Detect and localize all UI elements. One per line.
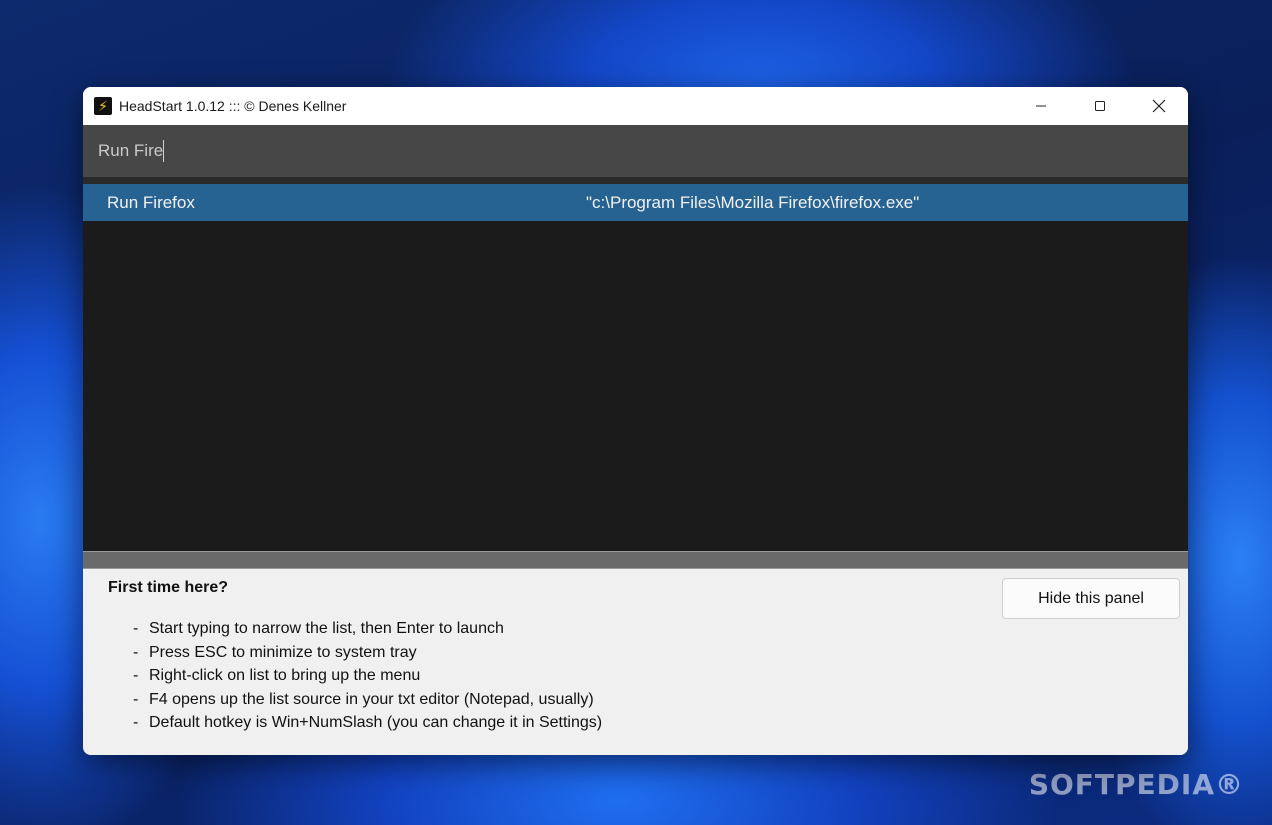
help-title: First time here? [108,579,229,596]
help-list: - Start typing to narrow the list, then E… [133,617,602,735]
help-item: - F4 opens up the list source in your txt… [133,690,594,708]
close-button[interactable] [1129,87,1188,125]
help-item: - Start typing to narrow the list, then E… [133,620,504,637]
minimize-icon [1035,105,1046,107]
window-title: HeadStart 1.0.12 ::: © Denes Kellner [119,98,347,114]
help-item: - Right-click on list to bring up the men… [133,667,421,685]
panel-splitter[interactable] [83,551,1188,569]
help-item: - Default hotkey is Win+NumSlash (you can… [133,714,603,732]
help-panel: First time here? - Start typing to narrow… [83,569,1188,755]
results-list[interactable]: Run Firefox "c:\Program Files\Mozilla Fi… [83,177,1188,551]
search-bar: Run Fire [83,125,1188,177]
maximize-button[interactable] [1070,87,1129,125]
maximize-icon [1094,101,1105,111]
list-item-name: Run Firefox [107,192,195,212]
lightning-icon: ⚡ [94,97,112,115]
text-caret [163,140,165,162]
window-controls [1011,87,1188,125]
hide-panel-button[interactable]: Hide this panel [1002,578,1180,619]
search-text[interactable]: Run Fire [98,141,163,161]
list-item-path: "c:\Program Files\Mozilla Firefox\firefo… [586,192,920,212]
help-item: - Press ESC to minimize to system tray [133,643,417,661]
softpedia-watermark: SOFTPEDIA® [1028,768,1244,801]
title-bar[interactable]: ⚡ HeadStart 1.0.12 ::: © Denes Kellner [83,87,1188,125]
list-item[interactable]: Run Firefox "c:\Program Files\Mozilla Fi… [83,184,1188,221]
headstart-window: ⚡ HeadStart 1.0.12 ::: © Denes Kellner R… [83,87,1188,755]
minimize-button[interactable] [1011,87,1070,125]
close-icon [1152,99,1165,113]
